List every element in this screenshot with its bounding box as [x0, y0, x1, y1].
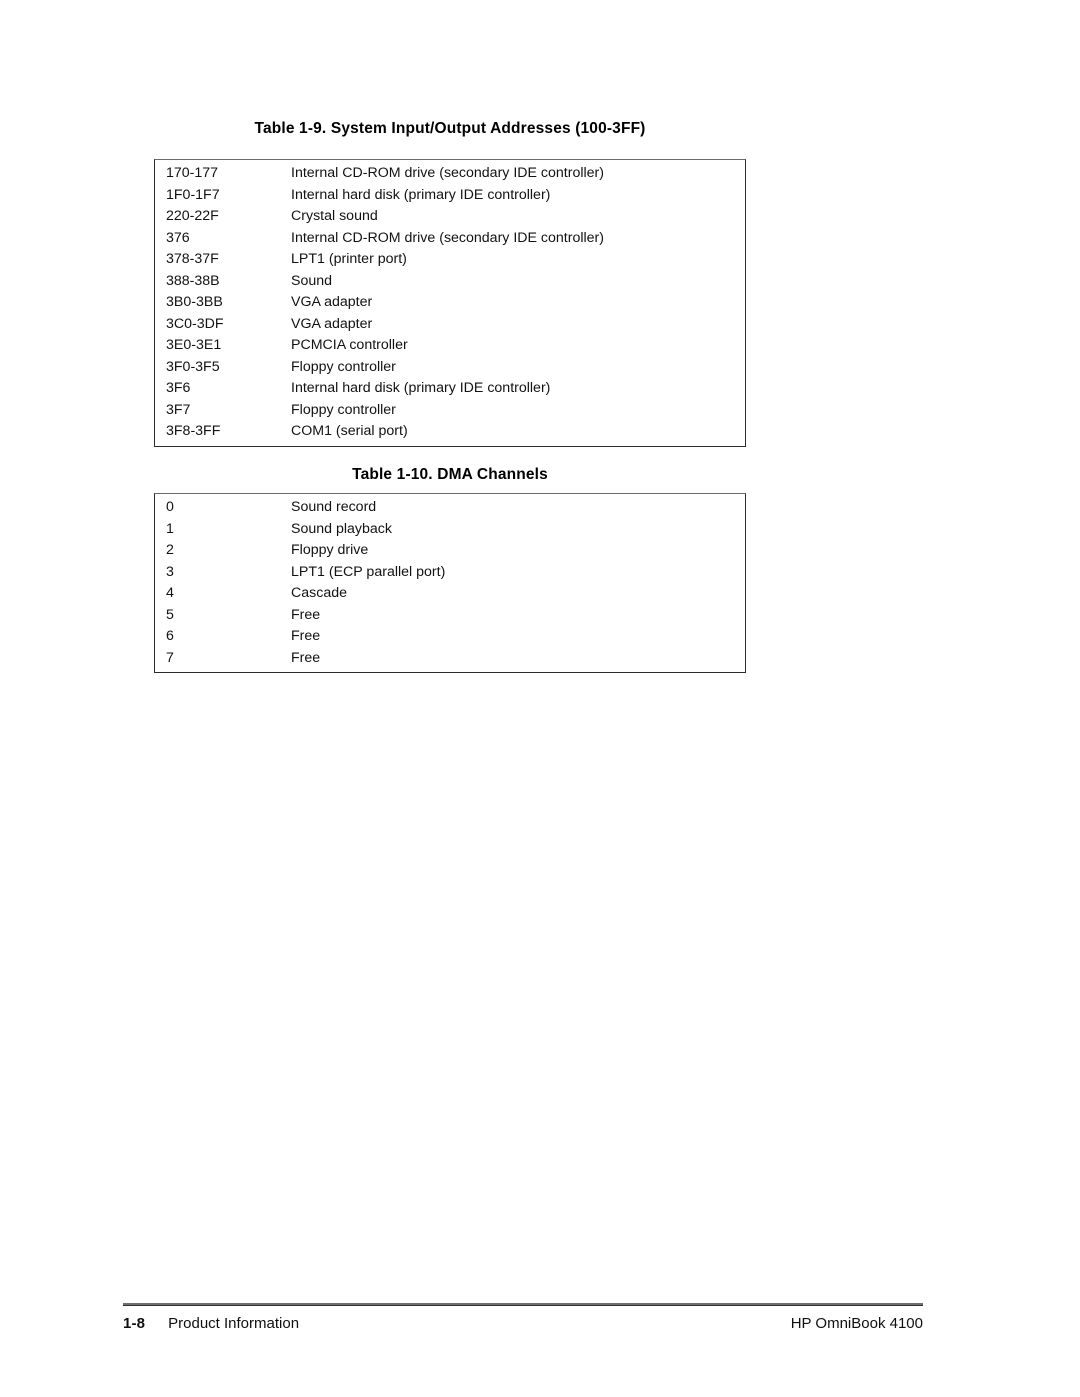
- table-cell-key: 3F0-3F5: [166, 358, 220, 375]
- table-cell-description: Cascade: [291, 585, 347, 601]
- table-cell-key: 376: [166, 229, 190, 246]
- table-cell-description: Internal hard disk (primary IDE controll…: [291, 380, 551, 396]
- footer-section-title: Product Information: [168, 1315, 300, 1332]
- table-cell-key: 388-38B: [166, 272, 220, 289]
- table-cell-key: 3F8-3FF: [166, 423, 221, 439]
- table-caption-dma-channels: Table 1-10. DMA Channels: [352, 466, 548, 483]
- footer-product-name: HP OmniBook 4100: [790, 1315, 923, 1332]
- footer-divider: [123, 1303, 923, 1306]
- table-cell-key: 3F6: [166, 380, 191, 396]
- footer-page-number: 1-8: [123, 1315, 146, 1332]
- table-cell-description: Internal CD-ROM drive (secondary IDE con…: [291, 229, 605, 246]
- table-cell-key: 3F7: [166, 401, 191, 418]
- table-cell-key: 170-177: [166, 165, 219, 181]
- table-row: 6 Free: [155, 626, 745, 648]
- table-row: 3F0-3F5 Floppy controller: [155, 357, 745, 379]
- table-row: 2 Floppy drive: [155, 540, 745, 562]
- table-row: 3B0-3BB VGA adapter: [155, 292, 745, 314]
- table-caption-io-addresses: Table 1-9. System Input/Output Addresses…: [254, 120, 646, 137]
- table-dma-channels: 0 Sound record 1 Sound playback 2 Floppy driv…: [154, 493, 746, 673]
- table-row: 4 Cascade: [155, 583, 745, 605]
- table-cell-key: 1: [166, 520, 174, 537]
- table-cell-description: Free: [291, 606, 321, 623]
- table-cell-description: Floppy controller: [291, 401, 396, 418]
- table-cell-description: VGA adapter: [291, 294, 373, 310]
- table-cell-description: Sound: [291, 272, 333, 289]
- table-cell-description: Free: [291, 649, 321, 666]
- table-cell-description: Internal CD-ROM drive (secondary IDE con…: [291, 165, 605, 181]
- table-cell-description: PCMCIA controller: [291, 337, 408, 353]
- table-row: 3C0-3DF VGA adapter: [155, 314, 745, 336]
- table-row: 3F6 Internal hard disk (primary IDE contr…: [155, 378, 745, 400]
- table-cell-key: 220-22F: [166, 208, 219, 224]
- table-cell-key: 0: [166, 499, 174, 515]
- table-cell-key: 5: [166, 606, 174, 623]
- table-io-addresses: 170-177 Internal CD-ROM drive (secondary …: [154, 159, 746, 447]
- table-cell-description: Floppy controller: [291, 358, 396, 375]
- table-cell-description: COM1 (serial port): [291, 423, 408, 439]
- table-cell-description: LPT1 (ECP parallel port): [291, 563, 446, 580]
- table-cell-key: 2: [166, 542, 174, 558]
- table-row: 3E0-3E1 PCMCIA controller: [155, 335, 745, 357]
- table-row: 170-177 Internal CD-ROM drive (secondary …: [155, 163, 745, 185]
- table-cell-key: 4: [166, 585, 174, 601]
- table-cell-description: Crystal sound: [291, 208, 378, 224]
- table-cell-key: 3E0-3E1: [166, 337, 222, 353]
- table-row: 220-22F Crystal sound: [155, 206, 745, 228]
- table-row: 388-38B Sound: [155, 271, 745, 293]
- table-cell-description: VGA adapter: [291, 315, 373, 332]
- document-page: Table 1-9. System Input/Output Addresses…: [0, 0, 1080, 1397]
- table-row: 0 Sound record: [155, 497, 745, 519]
- table-cell-description: Floppy drive: [291, 542, 369, 558]
- table-row: 3F8-3FF COM1 (serial port): [155, 421, 745, 443]
- table-cell-key: 1F0-1F7: [166, 186, 220, 203]
- table-cell-description: Sound playback: [291, 520, 392, 537]
- table-body: 0 Sound record 1 Sound playback 2 Floppy driv…: [155, 494, 745, 672]
- table-row: 7 Free: [155, 648, 745, 670]
- table-row: 376 Internal CD-ROM drive (secondary IDE …: [155, 228, 745, 250]
- footer-left-group: 1-8 Product Information: [123, 1315, 299, 1332]
- table-cell-description: LPT1 (printer port): [291, 251, 407, 267]
- table-cell-description: Sound record: [291, 499, 377, 515]
- table-cell-description: Free: [291, 628, 321, 644]
- table-cell-key: 3: [166, 563, 174, 580]
- table-cell-key: 378-37F: [166, 251, 219, 267]
- table-row: 3F7 Floppy controller: [155, 400, 745, 422]
- table-cell-key: 3C0-3DF: [166, 315, 224, 332]
- table-cell-key: 3B0-3BB: [166, 294, 223, 310]
- table-cell-description: Internal hard disk (primary IDE controll…: [291, 186, 551, 203]
- table-cell-key: 6: [166, 628, 174, 644]
- table-row: 1F0-1F7 Internal hard disk (primary IDE c…: [155, 185, 745, 207]
- table-cell-key: 7: [166, 649, 174, 666]
- table-row: 1 Sound playback: [155, 519, 745, 541]
- page-footer: 1-8 Product Information HP OmniBook 4100: [123, 1303, 923, 1332]
- table-body: 170-177 Internal CD-ROM drive (secondary …: [155, 160, 745, 446]
- table-row: 3 LPT1 (ECP parallel port): [155, 562, 745, 584]
- table-row: 378-37F LPT1 (printer port): [155, 249, 745, 271]
- footer-content: 1-8 Product Information HP OmniBook 4100: [123, 1315, 923, 1332]
- table-row: 5 Free: [155, 605, 745, 627]
